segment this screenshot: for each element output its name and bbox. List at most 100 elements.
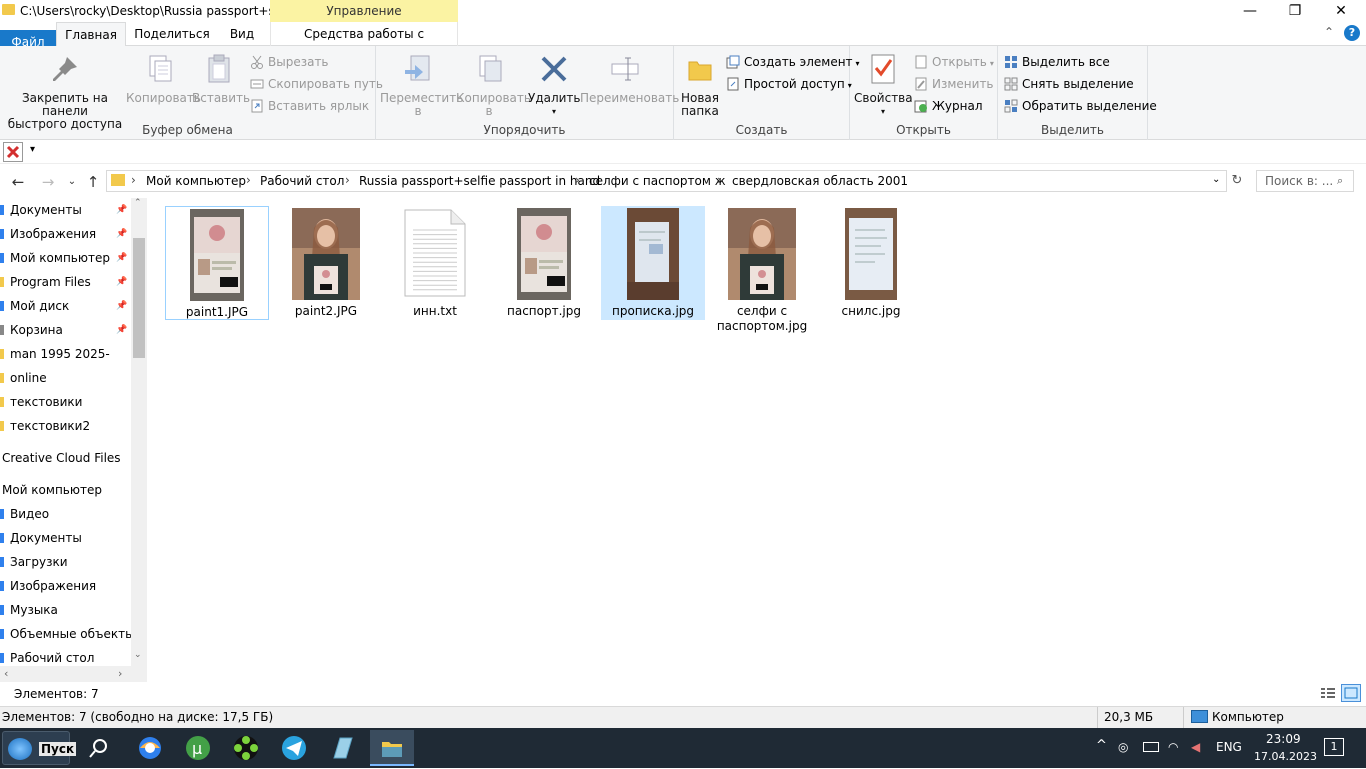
sidebar-item[interactable]: Документы	[0, 527, 131, 549]
nav-vertical-scrollbar[interactable]: ⌃ ⌄	[131, 198, 147, 666]
large-icons-view-icon[interactable]	[1341, 684, 1361, 702]
wifi-icon[interactable]: ◠	[1168, 740, 1178, 754]
sidebar-item[interactable]: Изображения	[0, 575, 131, 597]
language-indicator[interactable]: ENG	[1216, 740, 1242, 754]
pin-icon[interactable]: 📌	[116, 271, 127, 293]
app-window-icon[interactable]	[320, 730, 364, 766]
utorrent-icon[interactable]: µ	[176, 730, 220, 766]
properties-dropdown-icon[interactable]: ▾	[854, 105, 912, 118]
copy-path-button[interactable]: Скопировать путь	[250, 75, 383, 93]
show-hidden-icons-icon[interactable]: ^	[1096, 738, 1107, 753]
new-folder-button[interactable]: Новая папка	[678, 52, 722, 118]
select-all-button[interactable]: Выделить все	[1004, 53, 1110, 71]
open-button[interactable]: Открыть ▾	[914, 53, 994, 71]
delete-dropdown-icon[interactable]: ▾	[528, 105, 580, 118]
clock-time[interactable]: 23:09	[1266, 732, 1301, 746]
recent-dropdown-icon[interactable]: ⌄	[62, 172, 82, 192]
file-item[interactable]: paint2.JPG	[274, 206, 378, 320]
delete-button[interactable]: Удалить ▾	[528, 52, 581, 118]
search-input[interactable]: Поиск в: ... ⌕	[1256, 170, 1354, 192]
sidebar-item[interactable]: Program Files 📌	[0, 271, 131, 293]
breadcrumb-item[interactable]: Russia passport+selfie passport in hand	[359, 174, 600, 188]
new-item-button[interactable]: Создать элемент ▾	[726, 53, 860, 71]
paste-button[interactable]: Вставить	[192, 52, 250, 105]
address-bar[interactable]: › Мой компьютер › Рабочий стол › Russia …	[106, 170, 1227, 192]
copy-to-button[interactable]: Копировать в	[456, 52, 531, 118]
copy-button[interactable]: Копировать	[126, 52, 201, 105]
file-item[interactable]: paint1.JPG	[165, 206, 269, 320]
close-button[interactable]: ✕	[1318, 0, 1364, 22]
tab-view[interactable]: Вид	[220, 22, 264, 46]
up-arrow-icon[interactable]: ↑	[83, 172, 103, 192]
file-item[interactable]: паспорт.jpg	[492, 206, 596, 320]
breadcrumb-item[interactable]: Рабочий стол	[260, 174, 344, 188]
sidebar-item[interactable]: текстовики2	[0, 415, 131, 437]
notifications-icon[interactable]: 1	[1324, 738, 1344, 756]
scroll-up-icon[interactable]: ⌃	[134, 198, 142, 208]
sidebar-item[interactable]: Объемные объекты	[0, 623, 135, 645]
delete-quick-icon[interactable]	[3, 142, 23, 162]
nav-horizontal-scrollbar[interactable]: ‹ ›	[0, 666, 147, 682]
sidebar-item[interactable]: текстовики	[0, 391, 131, 413]
help-icon[interactable]: ?	[1344, 25, 1360, 41]
clock-date[interactable]: 17.04.2023	[1254, 750, 1317, 763]
sidebar-item[interactable]: Мой компьютер	[0, 479, 131, 501]
pin-quick-access-button[interactable]: Закрепить на панели быстрого доступа	[4, 52, 126, 131]
back-arrow-icon[interactable]: ←	[8, 172, 28, 192]
file-explorer-taskbar-icon[interactable]	[370, 730, 414, 766]
forward-arrow-icon[interactable]: →	[38, 172, 58, 192]
scroll-right-icon[interactable]: ›	[118, 667, 122, 680]
sidebar-item[interactable]: Видео	[0, 503, 131, 525]
properties-button[interactable]: Свойства ▾	[854, 52, 913, 118]
network-icon[interactable]: ◎	[1118, 740, 1128, 754]
file-item[interactable]: прописка.jpg	[601, 206, 705, 320]
browser-icon[interactable]	[128, 730, 172, 766]
history-button[interactable]: Журнал	[914, 97, 983, 115]
tab-share[interactable]: Поделиться	[130, 22, 214, 46]
start-button[interactable]: Пуск	[2, 731, 77, 765]
sidebar-item[interactable]: man 1995 2025-	[0, 343, 131, 365]
icq-icon[interactable]	[224, 730, 268, 766]
volume-icon[interactable]: ◀	[1191, 740, 1200, 754]
details-view-icon[interactable]	[1320, 686, 1336, 700]
cut-button[interactable]: Вырезать	[250, 53, 329, 71]
chevron-up-icon[interactable]: ⌃	[1324, 25, 1334, 39]
scroll-left-icon[interactable]: ‹	[4, 667, 8, 680]
sidebar-item[interactable]: Документы 📌	[0, 199, 131, 221]
pin-icon[interactable]: 📌	[116, 247, 127, 269]
sidebar-item[interactable]: Загрузки	[0, 551, 131, 573]
sidebar-item[interactable]: Корзина 📌	[0, 319, 131, 341]
maximize-button[interactable]: ❐	[1272, 0, 1318, 22]
nav-scroll-thumb[interactable]	[133, 238, 145, 358]
select-none-button[interactable]: Снять выделение	[1004, 75, 1134, 93]
easy-access-button[interactable]: Простой доступ ▾	[726, 75, 852, 93]
customize-qat-dropdown-icon[interactable]: ▾	[30, 144, 35, 155]
file-item[interactable]: снилс.jpg	[819, 206, 923, 320]
sidebar-item[interactable]: Изображения 📌	[0, 223, 131, 245]
address-dropdown-icon[interactable]: ⌄	[1212, 174, 1220, 185]
file-item[interactable]: инн.txt	[383, 206, 487, 320]
pin-icon[interactable]: 📌	[116, 295, 127, 317]
paste-shortcut-button[interactable]: Вставить ярлык	[250, 97, 369, 115]
tab-home[interactable]: Главная	[56, 22, 126, 47]
tab-picture-tools[interactable]: Средства работы с рисунками	[270, 22, 458, 65]
move-to-button[interactable]: Переместить в	[380, 52, 463, 118]
edit-button[interactable]: Изменить	[914, 75, 994, 93]
file-item[interactable]: селфи с паспортом.jpg	[710, 206, 814, 333]
rename-button[interactable]: Переименовать	[580, 52, 679, 105]
sidebar-item[interactable]: Мой компьютер 📌	[0, 247, 131, 269]
minimize-button[interactable]: —	[1227, 0, 1273, 22]
pin-icon[interactable]: 📌	[116, 319, 127, 341]
battery-icon[interactable]	[1143, 742, 1159, 752]
breadcrumb-item[interactable]: свердловская область 2001	[732, 174, 908, 188]
search-taskbar-icon[interactable]	[76, 730, 120, 766]
sidebar-item[interactable]: Мой диск 📌	[0, 295, 131, 317]
breadcrumb-item[interactable]: селфи с паспортом ж	[589, 174, 726, 188]
sidebar-item[interactable]: Музыка	[0, 599, 131, 621]
scroll-down-icon[interactable]: ⌄	[134, 650, 142, 660]
sidebar-item[interactable]: Creative Cloud Files	[0, 447, 131, 469]
pin-icon[interactable]: 📌	[116, 199, 127, 221]
breadcrumb-item[interactable]: Мой компьютер	[146, 174, 246, 188]
sidebar-item[interactable]: online	[0, 367, 131, 389]
refresh-icon[interactable]: ↻	[1228, 172, 1246, 190]
